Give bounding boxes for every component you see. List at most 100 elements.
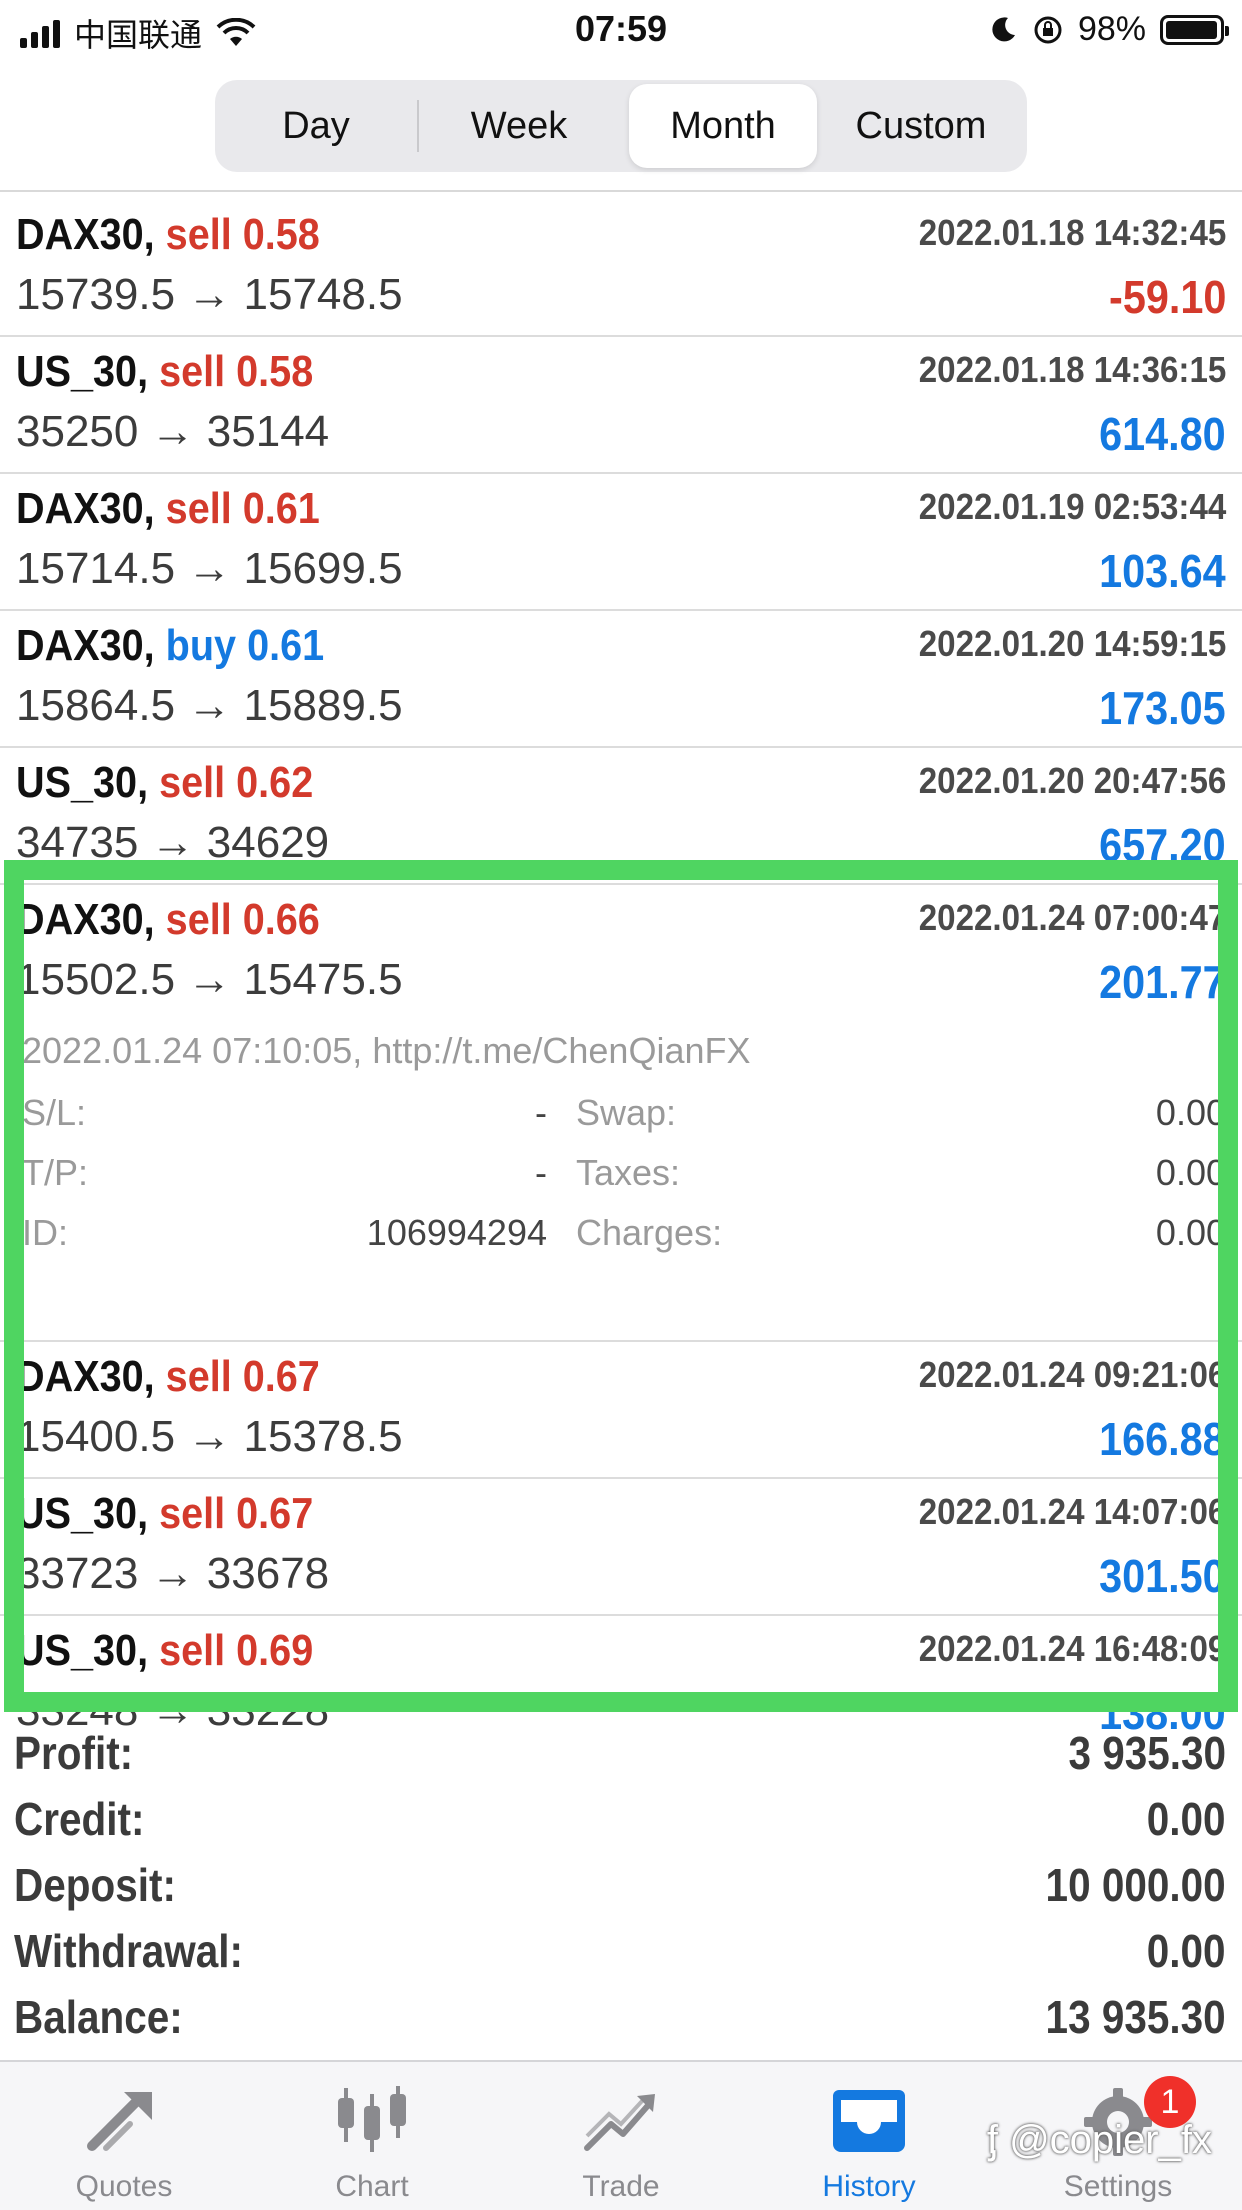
deal-time: 2022.01.18 14:36:15: [918, 349, 1226, 390]
deal-prices: 15400.5 → 15378.5: [16, 1412, 403, 1461]
tab-quotes[interactable]: Quotes: [0, 2062, 248, 2210]
deal-row[interactable]: DAX30, buy 0.61 2022.01.20 14:59:15 1586…: [0, 611, 1242, 748]
summary-row-credit: Credit: 0.00: [0, 1786, 1242, 1852]
taxes-value: 0.00: [1155, 1152, 1226, 1193]
tab-history[interactable]: History: [745, 2062, 993, 2210]
deal-direction: buy 0.61: [165, 621, 325, 670]
summary-row-profit: Profit: 3 935.30: [0, 1720, 1242, 1786]
summary-value: 10 000.00: [1045, 1859, 1226, 1911]
deal-prices: 15864.5 → 15889.5: [16, 681, 403, 730]
deal-profit: 301.50: [1099, 1550, 1226, 1602]
tab-custom[interactable]: Custom: [821, 84, 1021, 168]
deal-prices: 15502.5 → 15475.5: [16, 955, 403, 1004]
summary-value: 0.00: [1147, 1793, 1226, 1845]
watermark: ᶂ @copier_fx: [986, 2118, 1212, 2162]
deal-prices: 33723 → 33678: [16, 1549, 330, 1598]
deal-symbol: US_30, sell 0.69: [16, 1626, 314, 1675]
summary-value: 3 935.30: [1068, 1727, 1226, 1779]
deal-symbol: DAX30, sell 0.67: [16, 1352, 320, 1401]
swap-value: 0.00: [1155, 1092, 1226, 1133]
deal-symbol: US_30, sell 0.62: [16, 758, 314, 807]
deal-direction: sell 0.62: [159, 758, 314, 807]
deal-prices: 34735 → 34629: [16, 818, 330, 867]
summary-label: Balance:: [14, 1991, 183, 2043]
chart-icon: [338, 2086, 406, 2152]
deal-row[interactable]: DAX30, sell 0.61 2022.01.19 02:53:44 157…: [0, 474, 1242, 611]
tab-month[interactable]: Month: [629, 84, 817, 168]
id-label: ID:: [22, 1212, 69, 1253]
trade-icon: [584, 2094, 655, 2151]
deal-profit: 201.77: [1099, 956, 1226, 1008]
account-summary: Profit: 3 935.30 Credit: 0.00 Deposit: 1…: [0, 1720, 1242, 2050]
tp-label: T/P:: [22, 1152, 89, 1193]
tab-chart[interactable]: Chart: [248, 2062, 496, 2210]
deal-symbol: DAX30, sell 0.61: [16, 484, 320, 533]
deal-time: 2022.01.24 07:00:47: [918, 897, 1226, 938]
deal-direction: sell 0.61: [165, 484, 320, 533]
deal-symbol: US_30, sell 0.67: [16, 1489, 314, 1538]
deal-row[interactable]: US_30, sell 0.62 2022.01.20 20:47:56 347…: [0, 748, 1242, 885]
deal-symbol: DAX30, sell 0.66: [16, 895, 320, 944]
deal-symbol: DAX30, sell 0.58: [16, 210, 320, 259]
summary-value: 0.00: [1147, 1925, 1226, 1977]
tab-label: History: [822, 2170, 916, 2203]
sl-value: -: [535, 1092, 547, 1133]
tab-trade[interactable]: Trade: [497, 2062, 745, 2210]
deal-direction: sell 0.67: [165, 1352, 320, 1401]
id-value: 106994294: [366, 1212, 547, 1253]
deal-prices: 15714.5 → 15699.5: [16, 544, 403, 593]
sl-label: S/L:: [22, 1092, 87, 1133]
battery-icon: [1160, 14, 1229, 45]
battery-fill: [1166, 20, 1217, 39]
swap-label: Swap:: [576, 1092, 677, 1133]
summary-label: Withdrawal:: [14, 1925, 244, 1977]
deal-time: 2022.01.24 14:07:06: [918, 1491, 1226, 1532]
tp-value: -: [535, 1152, 547, 1193]
deal-row[interactable]: DAX30, sell 0.58 2022.01.18 14:32:45 157…: [0, 200, 1242, 337]
status-right: 98%: [988, 10, 1229, 49]
deal-symbol: US_30, sell 0.58: [16, 347, 314, 396]
deal-direction: sell 0.58: [159, 347, 314, 396]
summary-label: Profit:: [14, 1727, 134, 1779]
deal-direction: sell 0.58: [165, 210, 320, 259]
tab-label: Chart: [335, 2170, 409, 2203]
detail-row-id-charges: ID: 106994294 Charges: 0.00: [0, 1212, 1242, 1272]
deal-prices: 15739.5 → 15748.5: [16, 270, 403, 319]
deal-prices: 35250 → 35144: [16, 407, 330, 456]
deal-row-expanded[interactable]: DAX30, sell 0.66 2022.01.24 07:00:47 155…: [0, 885, 1242, 1020]
deal-profit: 166.88: [1099, 1413, 1226, 1465]
tab-label: Trade: [582, 2170, 660, 2203]
tab-week[interactable]: Week: [421, 84, 617, 168]
charges-label: Charges:: [576, 1212, 723, 1253]
summary-row-balance: Balance: 13 935.30: [0, 1984, 1242, 2050]
detail-row-tp-taxes: T/P: - Taxes: 0.00: [0, 1152, 1242, 1212]
deal-symbol: DAX30, buy 0.61: [16, 621, 325, 670]
deal-details: 2022.01.24 07:10:05, http://t.me/ChenQia…: [0, 1020, 1242, 1342]
deal-profit: -59.10: [1108, 271, 1226, 323]
summary-row-deposit: Deposit: 10 000.00: [0, 1852, 1242, 1918]
deal-time: 2022.01.20 14:59:15: [918, 623, 1226, 664]
deal-comment: 2022.01.24 07:10:05, http://t.me/ChenQia…: [22, 1030, 751, 1071]
deal-profit: 657.20: [1099, 819, 1226, 871]
period-segmented-control: Day Week Month Custom: [215, 80, 1027, 172]
tab-label: Settings: [1063, 2170, 1173, 2203]
detail-row-sl-swap: S/L: - Swap: 0.00: [0, 1092, 1242, 1152]
deal-profit: 103.64: [1099, 545, 1226, 597]
deal-time: 2022.01.18 14:32:45: [918, 212, 1226, 253]
status-bar: 中国联通 07:59 98%: [0, 0, 1242, 62]
tab-day[interactable]: Day: [221, 84, 411, 168]
deal-row[interactable]: DAX30, sell 0.67 2022.01.24 09:21:06 154…: [0, 1342, 1242, 1479]
deal-row[interactable]: US_30, sell 0.67 2022.01.24 14:07:06 337…: [0, 1479, 1242, 1616]
deal-time: 2022.01.24 09:21:06: [918, 1354, 1226, 1395]
moon-icon: [992, 16, 1015, 41]
history-list: DAX30, sell 0.58 2022.01.18 14:32:45 157…: [0, 200, 1242, 1751]
deal-direction: sell 0.69: [159, 1626, 314, 1675]
deal-direction: sell 0.66: [165, 895, 320, 944]
deal-profit: 173.05: [1099, 682, 1226, 734]
quotes-icon: [87, 2092, 152, 2151]
deal-row[interactable]: US_30, sell 0.58 2022.01.18 14:36:15 352…: [0, 337, 1242, 474]
deal-time: 2022.01.20 20:47:56: [918, 760, 1226, 801]
deal-direction: sell 0.67: [159, 1489, 314, 1538]
deal-time: 2022.01.24 16:48:09: [918, 1628, 1226, 1669]
separator: [0, 190, 1242, 192]
